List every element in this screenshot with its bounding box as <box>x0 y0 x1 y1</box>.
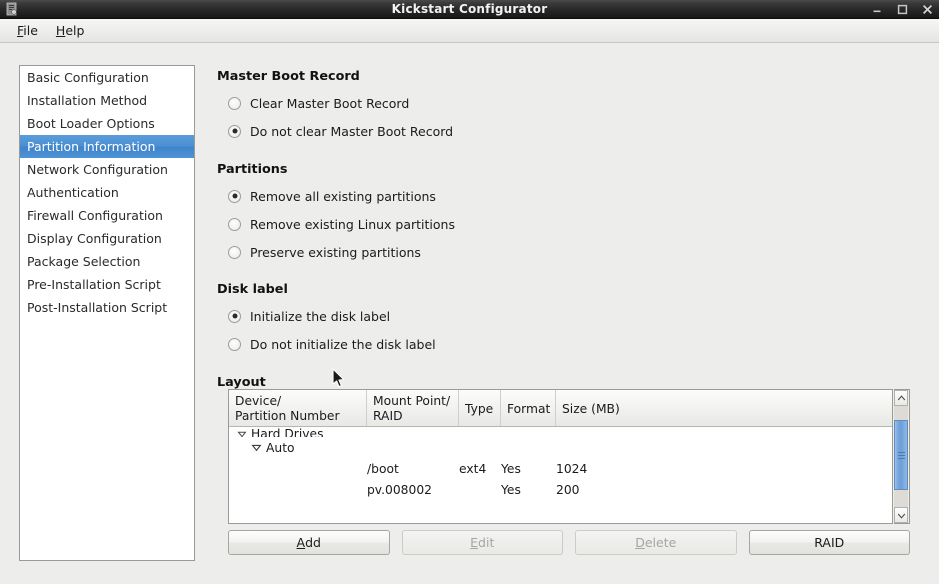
radio-label: Initialize the disk label <box>250 308 391 324</box>
cell-size: 1024 <box>556 461 588 476</box>
sidebar-item-pre-installation-script[interactable]: Pre-Installation Script <box>20 273 194 296</box>
layout-vertical-scrollbar[interactable] <box>894 389 910 524</box>
scroll-up-arrow-icon[interactable] <box>894 390 908 406</box>
application-window: Kickstart Configurator File Help Basic C… <box>0 0 939 584</box>
table-row[interactable]: Auto <box>229 437 892 458</box>
delete-button-label-rest: elete <box>644 535 677 550</box>
raid-button[interactable]: RAID <box>748 530 910 555</box>
radio-indicator <box>228 96 241 110</box>
radio-initialize-disk-label[interactable]: Initialize the disk label <box>228 306 628 326</box>
cell-device: Hard Drives <box>229 427 367 437</box>
menu-file-label-rest: ile <box>23 23 38 38</box>
section-title-partitions: Partitions <box>217 162 288 177</box>
sidebar-item-firewall-configuration[interactable]: Firewall Configuration <box>20 204 194 227</box>
scrollbar-grip-icon <box>897 450 905 461</box>
cell-mount: /boot <box>367 461 399 476</box>
radio-indicator <box>228 217 241 231</box>
table-row[interactable]: /boot ext4 Yes 1024 <box>229 458 892 479</box>
scroll-down-arrow-icon[interactable] <box>894 507 908 523</box>
column-header-format[interactable]: Format <box>501 390 556 426</box>
sidebar-item-package-selection[interactable]: Package Selection <box>20 250 194 273</box>
minimize-button[interactable] <box>871 4 883 16</box>
app-icon <box>4 1 20 17</box>
partition-layout-tree[interactable]: Device/ Partition Number Mount Point/ RA… <box>228 389 893 524</box>
cell-format: Yes <box>501 461 521 476</box>
cell-size: 200 <box>556 482 580 497</box>
partition-information-pane: Master Boot Record Clear Master Boot Rec… <box>217 44 922 584</box>
sidebar-item-installation-method[interactable]: Installation Method <box>20 89 194 112</box>
radio-indicator <box>228 309 241 323</box>
sidebar-item-network-configuration[interactable]: Network Configuration <box>20 158 194 181</box>
scrollbar-track[interactable] <box>894 406 908 507</box>
radio-indicator <box>228 189 241 203</box>
column-header-mount-point[interactable]: Mount Point/ RAID <box>367 390 459 426</box>
cell-device: Auto <box>229 441 367 455</box>
window-controls <box>871 0 933 19</box>
scrollbar-thumb[interactable] <box>894 420 908 490</box>
sidebar-item-post-installation-script[interactable]: Post-Installation Script <box>20 296 194 319</box>
radio-label: Do not initialize the disk label <box>250 336 436 352</box>
radio-label: Do not clear Master Boot Record <box>250 123 454 139</box>
tree-header-row: Device/ Partition Number Mount Point/ RA… <box>229 390 892 427</box>
chevron-down-icon[interactable] <box>250 441 263 454</box>
section-title-disk-label: Disk label <box>217 282 288 297</box>
cell-device-label: Hard Drives <box>251 427 324 437</box>
sidebar-item-partition-information[interactable]: Partition Information <box>20 135 194 158</box>
menu-bar: File Help <box>0 19 939 43</box>
delete-button[interactable]: Delete <box>575 530 737 555</box>
radio-do-not-clear-mbr[interactable]: Do not clear Master Boot Record <box>228 121 628 141</box>
section-title-master-boot-record: Master Boot Record <box>217 69 360 84</box>
sidebar-navigation-list[interactable]: Basic Configuration Installation Method … <box>19 65 195 561</box>
cell-device-label: Auto <box>266 440 295 455</box>
radio-label: Preserve existing partitions <box>250 244 421 260</box>
close-button[interactable] <box>921 4 933 16</box>
window-body: Basic Configuration Installation Method … <box>0 44 939 584</box>
cell-mount: pv.008002 <box>367 482 432 497</box>
layout-tree-container: Device/ Partition Number Mount Point/ RA… <box>228 389 910 524</box>
cell-type: ext4 <box>459 461 487 476</box>
edit-button[interactable]: Edit <box>401 530 563 555</box>
column-header-size[interactable]: Size (MB) <box>556 390 892 426</box>
layout-action-buttons: Add Edit Delete RAID <box>228 530 910 555</box>
section-title-layout: Layout <box>217 375 266 390</box>
sidebar-item-basic-configuration[interactable]: Basic Configuration <box>20 66 194 89</box>
table-row[interactable]: pv.008002 Yes 200 <box>229 479 892 500</box>
sidebar-item-authentication[interactable]: Authentication <box>20 181 194 204</box>
radio-remove-all-existing-partitions[interactable]: Remove all existing partitions <box>228 186 628 206</box>
radio-preserve-existing-partitions[interactable]: Preserve existing partitions <box>228 242 628 262</box>
radio-clear-mbr[interactable]: Clear Master Boot Record <box>228 93 628 113</box>
edit-button-label-rest: dit <box>478 535 495 550</box>
radio-label: Remove all existing partitions <box>250 188 436 204</box>
cell-format: Yes <box>501 482 521 497</box>
sidebar-item-display-configuration[interactable]: Display Configuration <box>20 227 194 250</box>
add-button-label-rest: dd <box>305 535 321 550</box>
radio-label: Clear Master Boot Record <box>250 95 410 111</box>
radio-do-not-initialize-disk-label[interactable]: Do not initialize the disk label <box>228 334 628 354</box>
radio-remove-existing-linux-partitions[interactable]: Remove existing Linux partitions <box>228 214 628 234</box>
column-header-device[interactable]: Device/ Partition Number <box>229 390 367 426</box>
add-button[interactable]: Add <box>228 530 390 555</box>
window-title: Kickstart Configurator <box>391 2 548 16</box>
radio-indicator <box>228 337 241 351</box>
radio-indicator <box>228 245 241 259</box>
title-bar: Kickstart Configurator <box>0 0 939 19</box>
menu-help-label-rest: elp <box>65 23 85 38</box>
menu-file[interactable]: File <box>8 21 47 40</box>
menu-help[interactable]: Help <box>47 21 94 40</box>
column-header-type[interactable]: Type <box>459 390 501 426</box>
tree-rows: Hard Drives Auto /boot ext4 Yes 1024 pv.… <box>229 427 892 523</box>
table-row[interactable]: Hard Drives <box>229 427 892 437</box>
radio-indicator <box>228 124 241 138</box>
radio-label: Remove existing Linux partitions <box>250 216 455 232</box>
chevron-down-icon[interactable] <box>235 428 248 437</box>
sidebar-item-boot-loader-options[interactable]: Boot Loader Options <box>20 112 194 135</box>
maximize-button[interactable] <box>896 4 908 16</box>
